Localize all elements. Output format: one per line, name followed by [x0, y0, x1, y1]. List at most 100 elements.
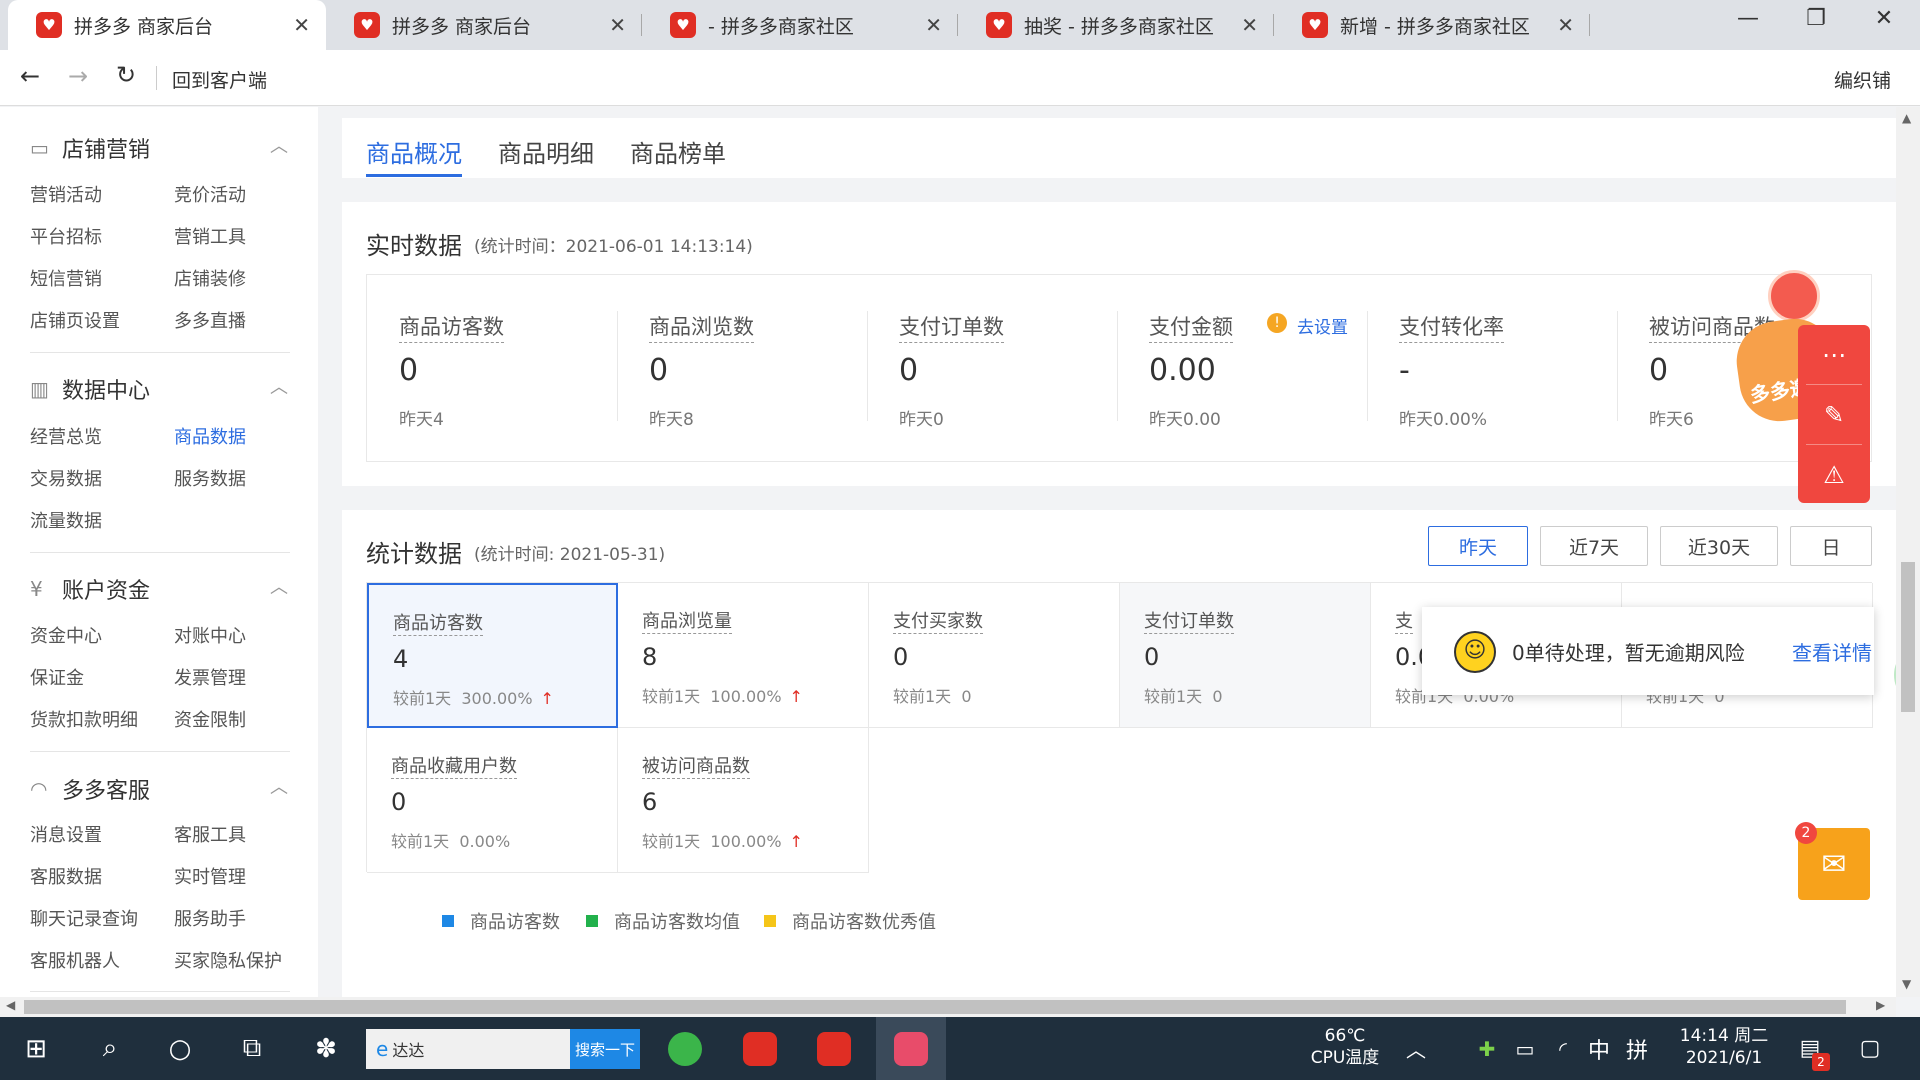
range-30days-button[interactable]: 近30天: [1660, 526, 1778, 566]
sidebar-item[interactable]: 对账中心: [174, 622, 246, 648]
browser-app-icon[interactable]: [660, 1017, 710, 1080]
stat-cell[interactable]: 支付买家数 0 较前1天 0: [869, 583, 1120, 728]
sidebar-item[interactable]: 营销活动: [30, 181, 102, 207]
sidebar-item[interactable]: 货款扣款明细: [30, 706, 138, 732]
cortana-icon[interactable]: ○: [158, 1017, 202, 1080]
sidebar-item[interactable]: 经营总览: [30, 423, 102, 449]
pinduoduo-app-icon[interactable]: [730, 1017, 790, 1080]
scroll-down-icon[interactable]: ▼: [1902, 977, 1911, 991]
windows-start-icon[interactable]: ⊞: [14, 1017, 58, 1080]
pinduoduo-community-app-icon[interactable]: [876, 1017, 946, 1080]
sidebar-item-active[interactable]: 商品数据: [174, 423, 246, 449]
close-tab-icon[interactable]: ✕: [609, 13, 626, 37]
tab-product-overview[interactable]: 商品概况: [366, 134, 462, 169]
back-to-client-link[interactable]: 回到客户端: [172, 66, 267, 93]
stat-cell[interactable]: 商品浏览量 8 较前1天 100.00% ↑: [618, 583, 869, 728]
tab-product-ranking[interactable]: 商品榜单: [630, 134, 726, 169]
range-day-button[interactable]: 日: [1790, 526, 1872, 566]
scroll-left-icon[interactable]: ◀: [6, 998, 15, 1012]
sidebar-item[interactable]: 客服工具: [174, 821, 246, 847]
sidebar-section-data-center[interactable]: ▥ 数据中心: [30, 373, 150, 405]
browser-tab[interactable]: ♥ 拼多多 商家后台 ✕: [8, 0, 326, 50]
scrollbar-thumb[interactable]: [1901, 562, 1915, 712]
sidebar-item[interactable]: 发票管理: [174, 664, 246, 690]
browser-tab[interactable]: ♥ 拼多多 商家后台 ✕: [326, 0, 642, 50]
range-7days-button[interactable]: 近7天: [1540, 526, 1648, 566]
close-tab-icon[interactable]: ✕: [925, 13, 942, 37]
search-icon[interactable]: ⌕: [88, 1017, 132, 1080]
chevron-up-icon[interactable]: ︿: [270, 132, 288, 158]
ime-language[interactable]: 中: [1582, 1017, 1616, 1080]
sidebar-item[interactable]: 店铺页设置: [30, 307, 120, 333]
chevron-up-icon[interactable]: ︿: [270, 773, 288, 799]
sidebar-item[interactable]: 买家隐私保护: [174, 947, 282, 973]
sidebar-item[interactable]: 营销工具: [174, 223, 246, 249]
action-center-icon[interactable]: ▢: [1850, 1017, 1890, 1080]
chevron-up-icon[interactable]: ︿: [1398, 1017, 1434, 1080]
app-pinwheel-icon[interactable]: ✽: [304, 1017, 348, 1080]
wifi-icon[interactable]: ◜: [1546, 1017, 1580, 1080]
minimize-icon[interactable]: —: [1728, 6, 1768, 31]
stat-cell[interactable]: 支付订单数 0 较前1天 0: [1120, 583, 1371, 728]
range-yesterday-button[interactable]: 昨天: [1428, 526, 1528, 566]
tab-product-detail[interactable]: 商品明细: [498, 134, 594, 169]
back-icon[interactable]: ←: [20, 62, 40, 90]
sidebar-item[interactable]: 保证金: [30, 664, 84, 690]
browser-tab[interactable]: ♥ - 拼多多商家社区 ✕: [642, 0, 958, 50]
vertical-scrollbar[interactable]: ▲ ▼: [1896, 107, 1920, 997]
scroll-right-icon[interactable]: ▶: [1876, 998, 1885, 1012]
legend-item[interactable]: 商品访客数均值: [586, 908, 740, 934]
stat-cell[interactable]: 被访问商品数 6 较前1天 100.00% ↑: [618, 728, 869, 873]
browser-tab[interactable]: ♥ 抽奖 - 拼多多商家社区 ✕: [958, 0, 1274, 50]
sidebar-item[interactable]: 消息设置: [30, 821, 102, 847]
chat-icon[interactable]: ⋯: [1798, 325, 1870, 384]
security-tray-icon[interactable]: ✚: [1470, 1017, 1504, 1080]
close-tab-icon[interactable]: ✕: [1241, 13, 1258, 37]
sidebar-item[interactable]: 资金中心: [30, 622, 102, 648]
view-detail-link[interactable]: 查看详情: [1792, 637, 1872, 666]
ime-mode[interactable]: 拼: [1620, 1017, 1654, 1080]
close-tab-icon[interactable]: ✕: [1557, 13, 1574, 37]
horizontal-scrollbar[interactable]: ◀ ▶: [0, 997, 1896, 1017]
restore-icon[interactable]: ❐: [1796, 6, 1836, 31]
sidebar-item[interactable]: 聊天记录查询: [30, 905, 138, 931]
scroll-up-icon[interactable]: ▲: [1902, 111, 1911, 125]
chevron-up-icon[interactable]: ︿: [270, 373, 288, 399]
sidebar-item[interactable]: 多多直播: [174, 307, 246, 333]
pinduoduo-app-icon[interactable]: [804, 1017, 864, 1080]
sidebar-item[interactable]: 实时管理: [174, 863, 246, 889]
task-view-icon[interactable]: ⧉: [230, 1017, 274, 1080]
stat-cell-selected[interactable]: 商品访客数 4 较前1天 300.00% ↑: [367, 583, 618, 728]
taskbar-search-box[interactable]: e 达达: [366, 1029, 570, 1069]
reload-icon[interactable]: ↻: [116, 61, 136, 89]
sidebar-item[interactable]: 服务助手: [174, 905, 246, 931]
warning-triangle-icon[interactable]: ⚠: [1798, 445, 1870, 504]
close-window-icon[interactable]: ✕: [1864, 6, 1904, 31]
sidebar-section-funds[interactable]: ¥ 账户资金: [30, 573, 150, 605]
legend-item[interactable]: 商品访客数优秀值: [764, 908, 936, 934]
legend-item[interactable]: 商品访客数: [442, 908, 560, 934]
sidebar-item[interactable]: 资金限制: [174, 706, 246, 732]
chevron-up-icon[interactable]: ︿: [270, 573, 288, 599]
close-tab-icon[interactable]: ✕: [293, 13, 310, 37]
sidebar-item[interactable]: 竞价活动: [174, 181, 246, 207]
sidebar-section-marketing[interactable]: ▭ 店铺营销: [30, 132, 150, 164]
sidebar-item[interactable]: 平台招标: [30, 223, 102, 249]
sidebar-item[interactable]: 客服数据: [30, 863, 102, 889]
edit-icon[interactable]: ✎: [1798, 385, 1870, 444]
shop-name[interactable]: 编织铺: [1834, 66, 1891, 93]
sidebar-item[interactable]: 店铺装修: [174, 265, 246, 291]
clock[interactable]: 14:14 周二 2021/6/1: [1664, 1025, 1784, 1069]
sidebar-item[interactable]: 服务数据: [174, 465, 246, 491]
sidebar-item[interactable]: 交易数据: [30, 465, 102, 491]
sidebar-item[interactable]: 流量数据: [30, 507, 102, 533]
taskbar-search-button[interactable]: 搜索一下: [570, 1029, 640, 1069]
browser-tab[interactable]: ♥ 新增 - 拼多多商家社区 ✕: [1274, 0, 1590, 50]
scrollbar-thumb[interactable]: [24, 1000, 1846, 1014]
sidebar-section-customer-service[interactable]: ◠ 多多客服: [30, 773, 150, 805]
battery-icon[interactable]: ▭: [1508, 1017, 1542, 1080]
sidebar-item[interactable]: 短信营销: [30, 265, 102, 291]
go-settings-link[interactable]: 去设置: [1297, 313, 1348, 338]
sidebar-item[interactable]: 客服机器人: [30, 947, 120, 973]
forward-icon[interactable]: →: [68, 62, 88, 90]
